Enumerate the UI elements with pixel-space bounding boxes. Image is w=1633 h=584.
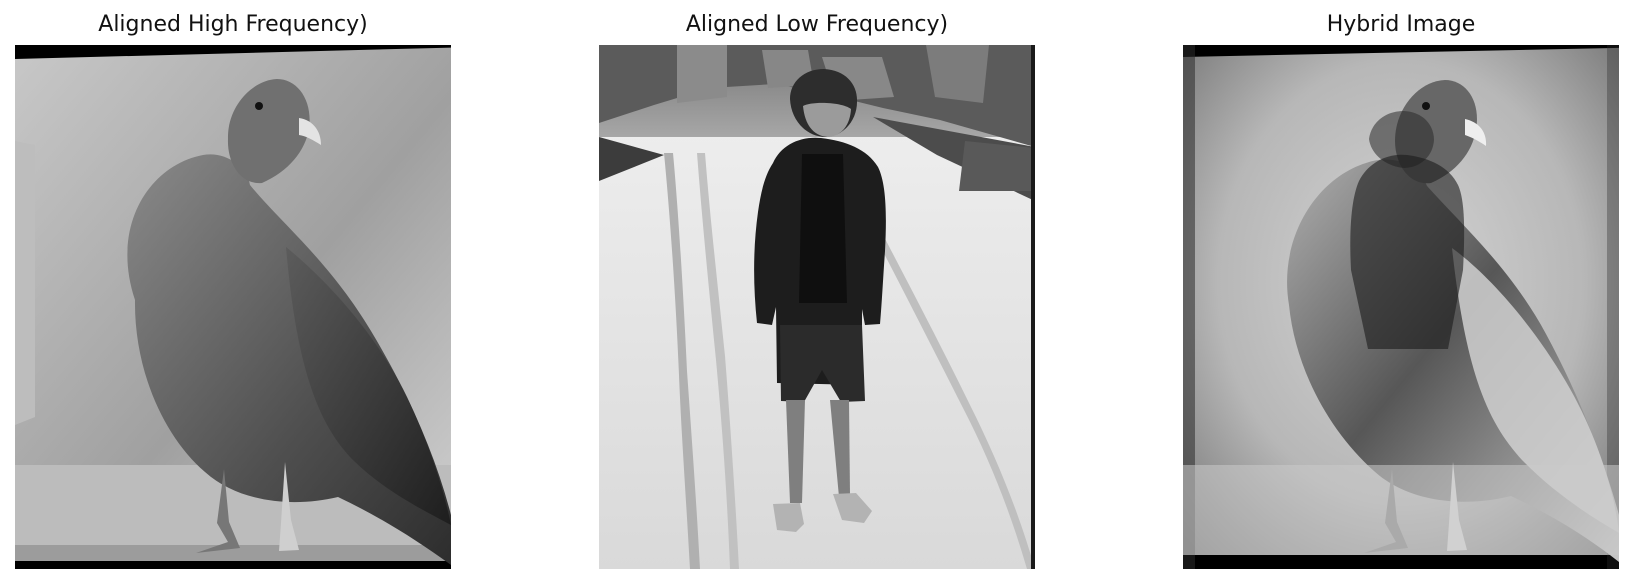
low-frequency-image xyxy=(599,45,1035,569)
panel-title-high-frequency: Aligned High Frequency) xyxy=(98,12,368,37)
high-frequency-image xyxy=(15,45,451,569)
panel-title-hybrid-image: Hybrid Image xyxy=(1326,12,1476,37)
panel-low-frequency: Aligned Low Frequency) xyxy=(599,0,1035,584)
hybrid-image xyxy=(1183,45,1619,569)
panel-title-low-frequency: Aligned Low Frequency) xyxy=(685,12,949,37)
panel-high-frequency: Aligned High Frequency) xyxy=(15,0,451,584)
person-on-road-image xyxy=(599,45,1035,569)
pigeon-image xyxy=(15,45,451,569)
panel-hybrid-image: Hybrid Image xyxy=(1183,0,1619,584)
hybrid-pigeon-person-image xyxy=(1183,45,1619,569)
